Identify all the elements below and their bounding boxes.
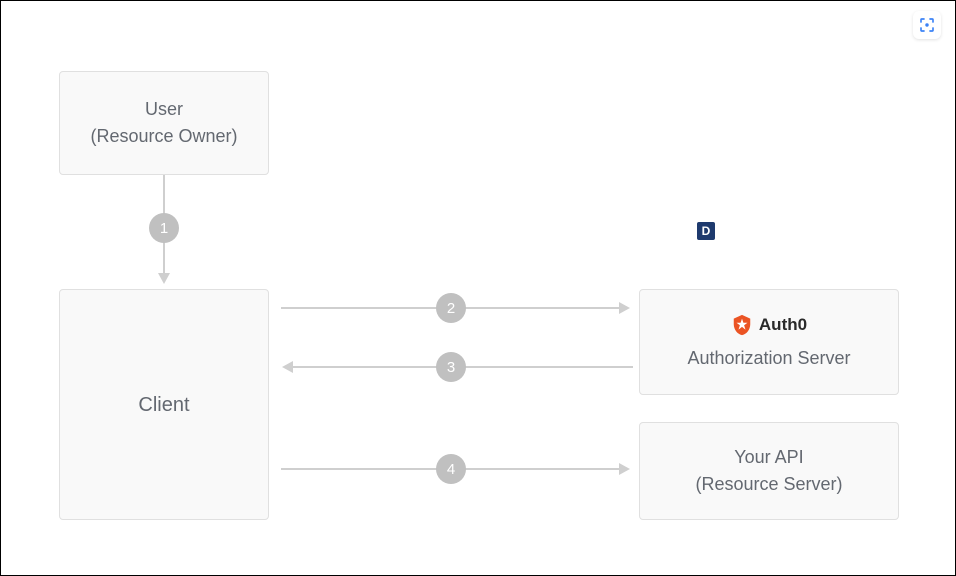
auth0-brand: Auth0: [731, 312, 807, 338]
step-4: 4: [436, 454, 466, 484]
focus-scan-icon: [918, 16, 936, 34]
step-1: 1: [149, 213, 179, 243]
node-api-subtitle: (Resource Server): [695, 471, 842, 498]
d-badge-icon: D: [697, 222, 715, 240]
auth0-brand-text: Auth0: [759, 312, 807, 338]
arrow-3-head: [282, 361, 293, 373]
node-client: Client: [59, 289, 269, 520]
step-3: 3: [436, 352, 466, 382]
arrow-2-head: [619, 302, 630, 314]
node-client-label: Client: [138, 390, 189, 420]
node-api: Your API (Resource Server): [639, 422, 899, 520]
node-api-title: Your API: [734, 444, 803, 471]
node-user-subtitle: (Resource Owner): [90, 123, 237, 150]
node-authserver-label: Authorization Server: [687, 345, 850, 372]
auth0-logo-icon: [731, 314, 753, 336]
node-user-title: User: [145, 96, 183, 123]
focus-scan-button[interactable]: [913, 11, 941, 39]
node-authserver: Auth0 Authorization Server: [639, 289, 899, 395]
arrow-4-head: [619, 463, 630, 475]
step-2: 2: [436, 293, 466, 323]
arrow-1-head: [158, 273, 170, 284]
oauth-flow-diagram: User (Resource Owner) Client Auth0 Autho…: [1, 1, 955, 575]
node-user: User (Resource Owner): [59, 71, 269, 175]
